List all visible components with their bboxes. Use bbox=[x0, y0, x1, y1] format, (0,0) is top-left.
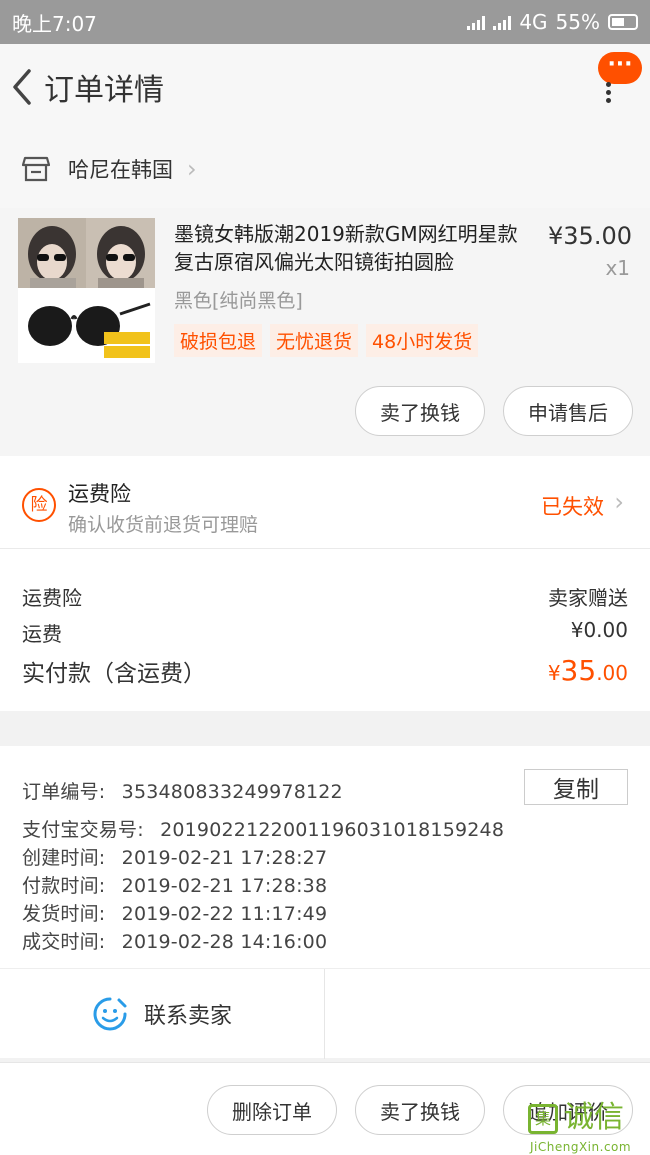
service-tag: 破损包退 bbox=[174, 324, 263, 357]
fee-value: ¥0.00 bbox=[570, 618, 628, 642]
order-item: 墨镜女韩版潮2019新款GM网红明星款复古原宿风偏光太阳镜街拍圆脸 ¥35.00… bbox=[0, 208, 650, 456]
done-time: 2019-02-28 14:16:00 bbox=[121, 931, 328, 953]
done-label: 成交时间: bbox=[22, 931, 106, 953]
insurance-badge-icon: 险 bbox=[22, 488, 56, 522]
paid-int: 35 bbox=[560, 654, 597, 687]
shipped-time: 2019-02-22 11:17:49 bbox=[121, 903, 328, 925]
nav-bar: 订单详情 ··· bbox=[0, 44, 650, 130]
service-tags: 破损包退 无忧退货 48小时发货 bbox=[174, 324, 479, 357]
page-title: 订单详情 bbox=[44, 73, 164, 108]
copy-button[interactable]: 复制 bbox=[524, 769, 628, 805]
kebab-menu-icon[interactable] bbox=[606, 82, 612, 104]
fee-row-shipping: 运费 ¥0.00 bbox=[22, 618, 628, 647]
back-button[interactable] bbox=[0, 44, 44, 130]
order-number-label: 订单编号: bbox=[22, 781, 106, 803]
shipped-label: 发货时间: bbox=[22, 903, 106, 925]
contact-bar: 联系卖家 bbox=[0, 968, 650, 1059]
chevron-right-icon: › bbox=[187, 155, 197, 183]
watermark-text: 诚信 bbox=[564, 1100, 624, 1135]
product-quantity: x1 bbox=[605, 256, 630, 280]
more-button[interactable]: ··· bbox=[598, 52, 642, 84]
signal-icon bbox=[493, 14, 512, 30]
fee-value: 卖家赠送 bbox=[548, 586, 628, 610]
signal-icon bbox=[467, 14, 486, 30]
fee-row-paid: 实付款（含运费） ¥35.00 bbox=[22, 654, 628, 688]
created-time-line: 创建时间: 2019-02-21 17:28:27 bbox=[22, 843, 327, 870]
service-tag: 无忧退货 bbox=[270, 324, 359, 357]
created-time: 2019-02-21 17:28:27 bbox=[121, 847, 328, 869]
status-bar: 晚上7:07 4G 55% bbox=[0, 0, 650, 44]
product-title[interactable]: 墨镜女韩版潮2019新款GM网红明星款复古原宿风偏光太阳镜街拍圆脸 bbox=[174, 220, 524, 276]
fee-label: 运费险 bbox=[22, 586, 82, 610]
contact-seller-button[interactable]: 联系卖家 bbox=[0, 969, 325, 1059]
shipping-insurance-row[interactable]: 险 运费险 确认收货前退货可理赔 已失效 › bbox=[0, 456, 650, 549]
watermark-url: JiChengXin.com bbox=[530, 1140, 632, 1154]
sunglasses-photo bbox=[18, 218, 155, 363]
chevron-left-icon bbox=[13, 69, 31, 105]
delete-order-button[interactable]: 删除订单 bbox=[207, 1085, 337, 1135]
insurance-title: 运费险 bbox=[68, 482, 131, 506]
battery-icon bbox=[608, 14, 638, 30]
sell-item-button[interactable]: 卖了换钱 bbox=[355, 386, 485, 436]
order-number-line: 订单编号: 353480833249978122 bbox=[22, 777, 343, 804]
contact-seller-label: 联系卖家 bbox=[143, 1004, 232, 1029]
after-sale-button[interactable]: 申请售后 bbox=[503, 386, 633, 436]
paid-amount: ¥35.00 bbox=[548, 654, 628, 688]
paid-currency: ¥ bbox=[547, 661, 561, 685]
paid-label: 实付款（含运费） bbox=[22, 661, 206, 687]
fee-label: 运费 bbox=[22, 622, 62, 646]
paid-dec: .00 bbox=[596, 661, 628, 685]
paid-time: 2019-02-21 17:28:38 bbox=[121, 875, 328, 897]
done-time-line: 成交时间: 2019-02-28 14:16:00 bbox=[22, 927, 327, 954]
chevron-right-icon: › bbox=[614, 488, 624, 516]
insurance-desc: 确认收货前退货可理赔 bbox=[68, 514, 259, 536]
battery-percent: 55% bbox=[555, 10, 600, 34]
insurance-status: 已失效 bbox=[541, 495, 604, 519]
fee-row-insurance: 运费险 卖家赠送 bbox=[22, 582, 628, 611]
paid-time-label: 付款时间: bbox=[22, 875, 106, 897]
sell-item-button[interactable]: 卖了换钱 bbox=[355, 1085, 485, 1135]
service-tag: 48小时发货 bbox=[366, 324, 479, 357]
alipay-number: 2019022122001196031018159248 bbox=[160, 819, 505, 841]
order-info: 订单编号: 353480833249978122 复制 支付宝交易号: 2019… bbox=[0, 746, 650, 968]
shop-header[interactable]: 哈尼在韩国 › bbox=[0, 130, 650, 208]
alipay-line: 支付宝交易号: 2019022122001196031018159248 bbox=[22, 815, 504, 842]
store-icon bbox=[22, 156, 50, 182]
product-price: ¥35.00 bbox=[548, 222, 632, 250]
status-indicators: 4G 55% bbox=[467, 10, 638, 34]
watermark-logo-icon: 集 bbox=[528, 1104, 558, 1134]
fee-summary: 运费险 卖家赠送 运费 ¥0.00 实付款（含运费） ¥35.00 bbox=[0, 549, 650, 711]
site-watermark: 集 诚信 JiChengXin.com bbox=[528, 1100, 646, 1155]
network-type: 4G bbox=[519, 10, 548, 34]
chat-face-icon bbox=[93, 997, 127, 1031]
alipay-label: 支付宝交易号: bbox=[22, 819, 144, 841]
paid-time-line: 付款时间: 2019-02-21 17:28:38 bbox=[22, 871, 327, 898]
status-time: 晚上7:07 bbox=[12, 11, 97, 36]
shipped-time-line: 发货时间: 2019-02-22 11:17:49 bbox=[22, 899, 327, 926]
product-sku: 黑色[纯尚黑色] bbox=[174, 290, 303, 312]
created-label: 创建时间: bbox=[22, 847, 106, 869]
shop-name: 哈尼在韩国 bbox=[68, 158, 173, 182]
order-number: 353480833249978122 bbox=[121, 781, 343, 803]
product-thumbnail[interactable] bbox=[18, 218, 155, 363]
